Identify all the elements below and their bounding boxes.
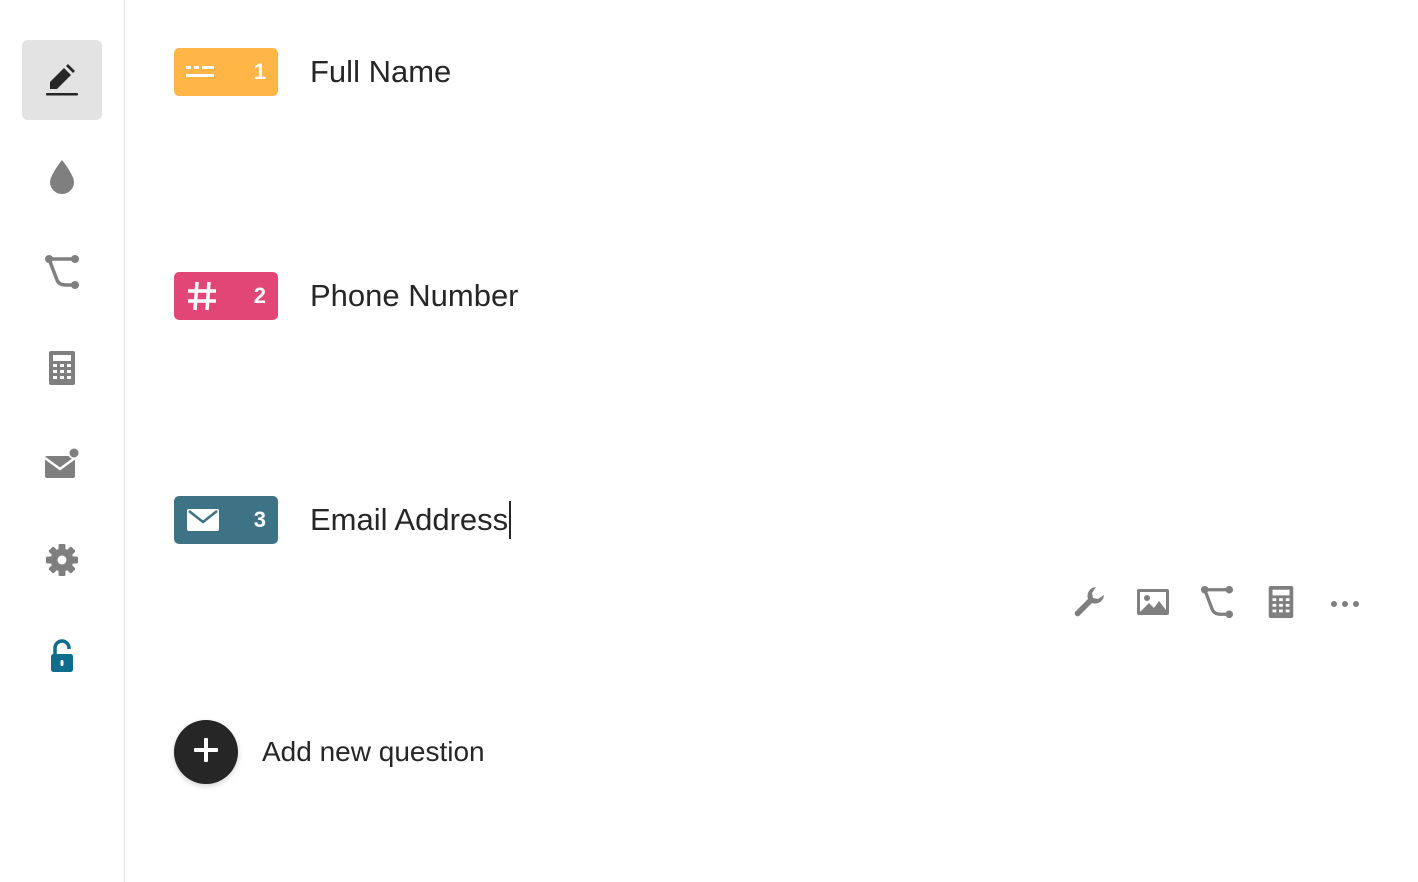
question-item[interactable]: 1 Full Name [174, 48, 451, 96]
logic-tool-button[interactable] [1193, 580, 1241, 628]
text-caret [509, 501, 512, 539]
gear-icon [45, 543, 79, 577]
hash-icon [186, 280, 218, 312]
drop-icon [47, 158, 77, 194]
question-badge[interactable]: 2 [174, 272, 278, 320]
settings-tool-button[interactable] [1065, 580, 1113, 628]
question-number: 3 [253, 507, 266, 532]
sidebar-item-logic[interactable] [22, 232, 102, 312]
form-builder: 1 Full Name 2 Phone Number 3 Email Addre… [0, 0, 1418, 882]
calculator-icon [48, 350, 76, 386]
question-title: Email Address [310, 502, 509, 537]
sidebar-item-design[interactable] [22, 136, 102, 216]
question-number: 1 [253, 59, 266, 84]
add-question-button[interactable] [174, 720, 238, 784]
sidebar-item-access[interactable] [22, 616, 102, 696]
question-badge[interactable]: 1 [174, 48, 278, 96]
sidebar [0, 0, 125, 882]
sidebar-item-settings[interactable] [22, 520, 102, 600]
question-badge[interactable]: 3 [174, 496, 278, 544]
more-icon [1330, 595, 1360, 613]
sidebar-item-notifications[interactable] [22, 424, 102, 504]
more-options-button[interactable] [1321, 580, 1369, 628]
envelope-icon [186, 508, 220, 532]
question-list: 1 Full Name 2 Phone Number 3 Email Addre… [125, 0, 1418, 882]
question-title[interactable]: Full Name [310, 54, 451, 90]
image-icon [1136, 588, 1170, 621]
add-question-row[interactable]: Add new question [174, 720, 485, 784]
question-number: 2 [253, 283, 266, 308]
question-title-editing[interactable]: Email Address [310, 501, 512, 539]
add-question-label: Add new question [262, 736, 485, 767]
unlocked-lock-icon [48, 638, 76, 674]
calculator-tool-button[interactable] [1257, 580, 1305, 628]
wrench-icon [1072, 585, 1106, 624]
sidebar-item-calculator[interactable] [22, 328, 102, 408]
question-title[interactable]: Phone Number [310, 278, 519, 314]
question-item[interactable]: 2 Phone Number [174, 272, 519, 320]
plus-icon [193, 737, 219, 768]
image-tool-button[interactable] [1129, 580, 1177, 628]
short-text-icon [186, 65, 216, 79]
calculator-icon [1267, 585, 1295, 624]
pen-icon [42, 60, 82, 100]
logic-jump-icon [1200, 585, 1234, 624]
question-toolbar [1065, 580, 1369, 628]
question-item[interactable]: 3 Email Address [174, 496, 512, 544]
sidebar-item-build[interactable] [22, 40, 102, 120]
mail-notification-icon [43, 447, 81, 481]
logic-jump-icon [44, 254, 80, 290]
